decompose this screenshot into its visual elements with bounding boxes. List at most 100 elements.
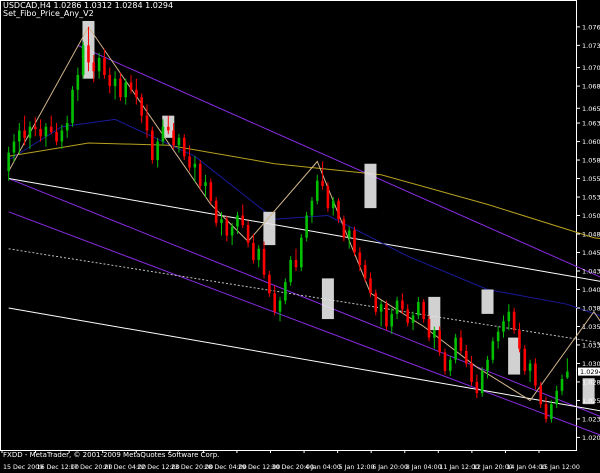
x-tick-label-16: 15 Jan 12:00	[540, 464, 580, 471]
candle-body-17	[97, 57, 101, 72]
candle-body-90	[486, 359, 489, 371]
candle-body-19	[108, 74, 112, 87]
candle-body-43	[236, 215, 239, 227]
candle-body-62	[337, 200, 340, 220]
candle-body-60	[326, 185, 330, 209]
candle-body-42	[230, 226, 234, 236]
candle-body-57	[310, 200, 314, 216]
candle-body-87	[470, 363, 473, 382]
candle-body-34	[188, 156, 191, 168]
candle-body-32	[177, 137, 181, 146]
y-tick-label-14: 1.0405	[582, 286, 600, 294]
channel-line-0	[77, 44, 600, 278]
candle-body-5	[33, 126, 37, 129]
y-tick-label-13: 1.0430	[582, 267, 600, 275]
candle-body-67	[363, 265, 367, 279]
candle-body-36	[198, 163, 202, 186]
candle-body-4	[28, 126, 32, 138]
candle-body-28	[156, 141, 159, 161]
candle-body-104	[560, 378, 564, 391]
candle-body-1	[12, 141, 16, 153]
candle-body-93	[502, 321, 505, 332]
price-chart[interactable]: 1.0760 1.0735 1.0705 1.0680 1.0650 1.0630 1.06…	[0, 0, 600, 473]
candle-body-47	[257, 248, 261, 260]
y-tick-label-8: 1.0555	[582, 175, 600, 183]
candle-body-92	[496, 331, 500, 342]
candle-body-49	[268, 274, 271, 294]
candle-body-91	[491, 341, 495, 360]
candle-body-20	[113, 78, 117, 87]
candle-body-80	[433, 330, 436, 338]
y-tick-label-3: 1.0680	[582, 83, 600, 91]
candlesticks	[7, 26, 569, 423]
candle-body-79	[427, 319, 431, 338]
candle-body-100	[539, 385, 543, 405]
x-tick-label-10: 5 Jan 12:00	[339, 464, 375, 471]
candle-body-55	[300, 237, 303, 268]
candle-body-75	[406, 309, 410, 323]
candle-body-46	[252, 242, 255, 260]
candle-body-41	[225, 219, 229, 236]
candle-body-29	[161, 126, 165, 142]
y-tick-label-16: 1.0355	[582, 323, 600, 331]
candle-body-7	[44, 126, 48, 137]
candle-body-103	[555, 390, 558, 405]
candle-body-95	[512, 311, 516, 331]
y-tick-label-4: 1.0650	[582, 105, 600, 113]
y-tick-label-2: 1.0705	[582, 64, 600, 72]
fibo-box-4	[364, 163, 377, 209]
candle-body-25	[140, 97, 143, 116]
candle-body-56	[305, 215, 308, 238]
copyright-text: FXDD - MetaTrader, © 2001-2009 MetaQuote…	[3, 451, 220, 459]
candle-body-44	[241, 215, 245, 226]
candle-body-101	[544, 404, 548, 419]
candle-body-27	[151, 130, 154, 161]
channel-line-2	[8, 178, 600, 417]
candle-body-50	[273, 293, 276, 312]
candle-body-37	[204, 182, 207, 186]
y-tick-label-12: 1.0455	[582, 249, 600, 257]
y-tick-label-21: 1.0230	[582, 415, 600, 423]
y-tick-label-5: 1.0630	[582, 120, 600, 128]
candle-body-23	[129, 82, 133, 90]
candle-body-102	[550, 404, 553, 419]
candle-body-97	[523, 348, 527, 371]
candle-body-26	[145, 115, 149, 131]
candle-body-69	[374, 293, 378, 312]
candle-body-52	[284, 282, 287, 301]
y-tick-label-7: 1.0580	[582, 157, 600, 165]
candle-body-21	[119, 78, 122, 98]
candle-body-105	[566, 371, 569, 378]
candle-body-89	[480, 370, 484, 394]
candle-body-33	[182, 137, 186, 157]
candle-body-99	[534, 363, 537, 386]
candle-body-84	[454, 337, 457, 360]
candle-body-9	[55, 131, 58, 142]
candle-body-13	[76, 74, 80, 90]
y-tick-label-9: 1.0530	[582, 194, 600, 202]
candle-body-61	[331, 200, 335, 209]
y-tick-label-0: 1.0760	[582, 23, 600, 31]
candle-body-73	[395, 300, 399, 314]
candle-body-85	[459, 337, 463, 351]
candle-body-66	[358, 252, 362, 266]
moving-average-0	[8, 142, 600, 240]
y-tick-label-20: 1.0255	[582, 397, 600, 405]
candle-body-8	[49, 126, 53, 132]
candle-body-40	[220, 219, 223, 223]
candle-body-82	[443, 352, 447, 371]
candle-body-48	[262, 248, 266, 275]
candle-body-14	[81, 45, 85, 75]
y-tick-label-18: 1.0305	[582, 360, 600, 368]
candle-body-54	[294, 259, 298, 268]
y-tick-label-17: 1.0330	[582, 341, 600, 349]
fibo-box-3	[321, 278, 334, 320]
candle-body-11	[65, 123, 69, 131]
candle-body-81	[438, 330, 441, 353]
candle-body-45	[246, 225, 250, 243]
candle-body-83	[448, 359, 452, 371]
candle-body-59	[321, 180, 324, 186]
candle-body-72	[390, 313, 394, 327]
candle-body-22	[124, 82, 128, 98]
candle-body-38	[209, 182, 213, 201]
